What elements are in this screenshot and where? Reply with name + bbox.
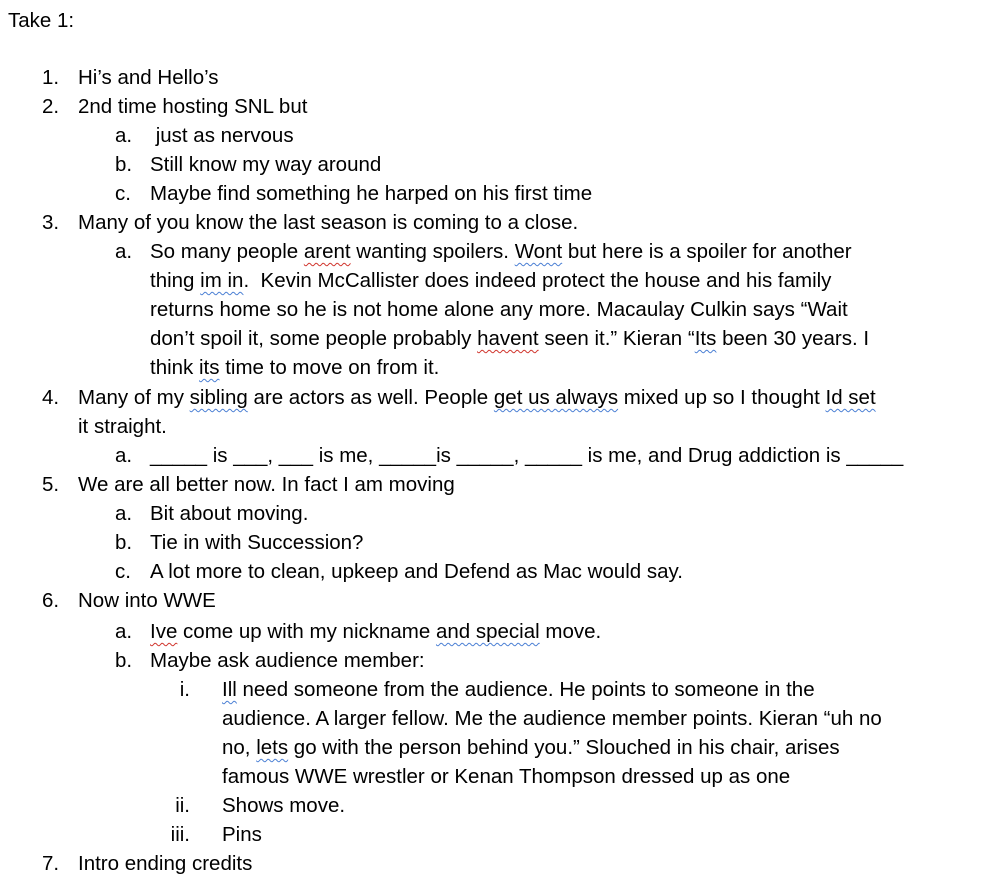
list-item: _____ is ___, ___ is me, _____is _____, … (150, 444, 904, 467)
list-item-line: Many of my sibling are actors as well. P… (78, 383, 876, 412)
list-item: We are all better now. In fact I am movi… (78, 473, 455, 496)
list-item-line: famous WWE wrestler or Kenan Thompson dr… (222, 765, 791, 788)
text-run: move. (539, 620, 602, 643)
list-item: Still know my way around (150, 153, 382, 176)
spelling-error[interactable]: havent (477, 327, 539, 350)
text-run: Many of my (78, 386, 190, 409)
list-item: Maybe ask audience member: (150, 649, 425, 672)
list-item: Tie in with Succession? (150, 531, 364, 554)
list-marker: c. (115, 560, 131, 583)
list-item-line: think its time to move on from it. (150, 353, 439, 382)
spelling-error[interactable]: Ive (150, 620, 177, 643)
grammar-suggestion[interactable]: Wont (515, 240, 562, 263)
grammar-suggestion[interactable]: get us always (494, 386, 618, 409)
list-item: A lot more to clean, upkeep and Defend a… (150, 560, 683, 583)
list-item-line: audience. A larger fellow. Me the audien… (222, 707, 882, 730)
list-item: Bit about moving. (150, 502, 309, 525)
grammar-suggestion[interactable]: Id set (826, 386, 876, 409)
list-marker: 7. (42, 852, 60, 875)
spelling-error[interactable]: arent (304, 240, 351, 263)
list-marker: 5. (42, 473, 60, 496)
text-run: go with the person behind you.” Slouched… (288, 736, 840, 759)
grammar-suggestion[interactable]: Ill (222, 678, 237, 701)
list-marker: 3. (42, 211, 60, 234)
grammar-suggestion[interactable]: Its (695, 327, 717, 350)
list-item-line: it straight. (78, 415, 167, 438)
text-run: but here is a spoiler for another (562, 240, 852, 263)
list-item-line: Ill need someone from the audience. He p… (222, 675, 815, 704)
text-run: time to move on from it. (219, 356, 440, 379)
list-marker: 6. (42, 589, 60, 612)
grammar-suggestion[interactable]: im in (200, 269, 243, 292)
list-marker: 1. (42, 66, 60, 89)
text-run: are actors as well. People (247, 386, 494, 409)
list-marker: b. (115, 153, 133, 176)
text-run: don’t spoil it, some people probably (150, 327, 478, 350)
list-item: Pins (222, 823, 262, 846)
text-run: been 30 years. I (716, 327, 870, 350)
list-item: Maybe find something he harped on his fi… (150, 182, 593, 205)
list-item-line: don’t spoil it, some people probably hav… (150, 324, 869, 353)
list-item-line: returns home so he is not home alone any… (150, 298, 848, 321)
text-run: thing (150, 269, 201, 292)
list-marker: a. (115, 502, 133, 525)
grammar-suggestion[interactable]: sibling (190, 386, 248, 409)
list-marker: 2. (42, 95, 60, 118)
text-run: . Kevin McCallister does indeed protect … (243, 269, 832, 292)
list-marker: a. (115, 620, 133, 643)
text-run: need someone from the audience. He point… (236, 678, 815, 701)
list-marker: c. (115, 182, 131, 205)
list-item: Now into WWE (78, 589, 216, 612)
list-item-line: So many people arent wanting spoilers. W… (150, 237, 852, 266)
document-title: Take 1: (8, 9, 75, 32)
list-item-line: no, lets go with the person behind you.”… (222, 733, 840, 762)
text-run: think (150, 356, 199, 379)
list-item: Hi’s and Hello’s (78, 66, 219, 89)
list-item: Intro ending credits (78, 852, 253, 875)
text-run: no, (222, 736, 257, 759)
list-marker: i. (179, 678, 190, 701)
list-marker: ii. (175, 794, 190, 817)
list-item: Shows move. (222, 794, 346, 817)
text-run: mixed up so I thought (618, 386, 826, 409)
text-run: So many people (150, 240, 304, 263)
text-run: seen it.” Kieran “ (538, 327, 695, 350)
list-marker: b. (115, 649, 133, 672)
list-marker: a. (115, 124, 133, 147)
text-run: come up with my nickname (177, 620, 436, 643)
list-marker: b. (115, 531, 133, 554)
list-item: just as nervous (150, 124, 294, 147)
list-item-line: thing im in. Kevin McCallister does inde… (150, 266, 831, 295)
text-run: wanting spoilers. (350, 240, 515, 263)
list-marker: 4. (42, 386, 60, 409)
grammar-suggestion[interactable]: lets (256, 736, 288, 759)
grammar-suggestion[interactable]: and special (436, 620, 540, 643)
list-marker: iii. (170, 823, 190, 846)
list-item: Many of you know the last season is comi… (78, 211, 579, 234)
list-marker: a. (115, 240, 133, 263)
list-item-line: Ive come up with my nickname and special… (150, 617, 601, 646)
list-marker: a. (115, 444, 133, 467)
grammar-suggestion[interactable]: its (199, 356, 220, 379)
list-item: 2nd time hosting SNL but (78, 95, 308, 118)
